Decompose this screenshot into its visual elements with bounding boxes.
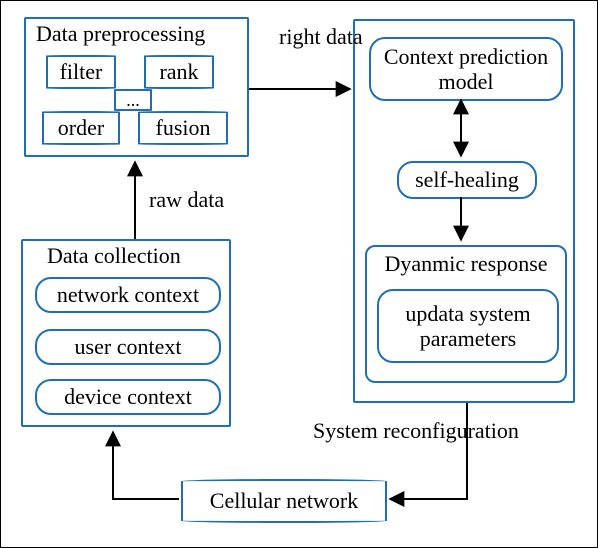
self-healing-node: self-healing bbox=[397, 161, 537, 199]
raw-data-label: raw data bbox=[149, 187, 224, 213]
right-pipeline-box: Context prediction model self-healing Dy… bbox=[353, 19, 575, 403]
data-preprocessing-title: Data preprocessing bbox=[36, 21, 205, 47]
system-reconfiguration-label: System reconfiguration bbox=[313, 419, 493, 443]
update-system-parameters-label: updata system parameters bbox=[385, 301, 551, 352]
data-collection-title: Data collection bbox=[47, 243, 181, 269]
update-system-parameters: updata system parameters bbox=[377, 289, 559, 363]
right-data-label: right data bbox=[279, 25, 349, 49]
data-collection-box: Data collection network context user con… bbox=[21, 239, 231, 427]
device-context-label: device context bbox=[64, 384, 192, 410]
order-op: order bbox=[42, 111, 120, 145]
fusion-op: fusion bbox=[138, 111, 228, 145]
device-context-item: device context bbox=[35, 379, 221, 415]
network-context-label: network context bbox=[57, 282, 199, 308]
data-preprocessing-box: Data preprocessing filter rank ... order… bbox=[24, 17, 249, 157]
dynamic-response-box: Dyanmic response updata system parameter… bbox=[365, 245, 567, 383]
context-prediction-label: Context prediction model bbox=[377, 44, 555, 95]
ellipsis-label: ... bbox=[126, 90, 140, 111]
filter-label: filter bbox=[60, 59, 103, 85]
rank-op: rank bbox=[144, 55, 214, 89]
network-context-item: network context bbox=[35, 277, 221, 313]
user-context-label: user context bbox=[75, 334, 182, 360]
order-label: order bbox=[58, 115, 104, 141]
filter-op: filter bbox=[46, 55, 116, 89]
cellular-network-label: Cellular network bbox=[210, 488, 358, 514]
cellular-network-node: Cellular network bbox=[181, 479, 387, 523]
self-healing-label: self-healing bbox=[415, 167, 519, 193]
context-prediction-model: Context prediction model bbox=[369, 37, 563, 101]
ellipsis-op: ... bbox=[114, 89, 152, 111]
dynamic-response-title: Dyanmic response bbox=[367, 251, 565, 277]
fusion-label: fusion bbox=[156, 115, 211, 141]
user-context-item: user context bbox=[35, 329, 221, 365]
rank-label: rank bbox=[159, 59, 198, 85]
